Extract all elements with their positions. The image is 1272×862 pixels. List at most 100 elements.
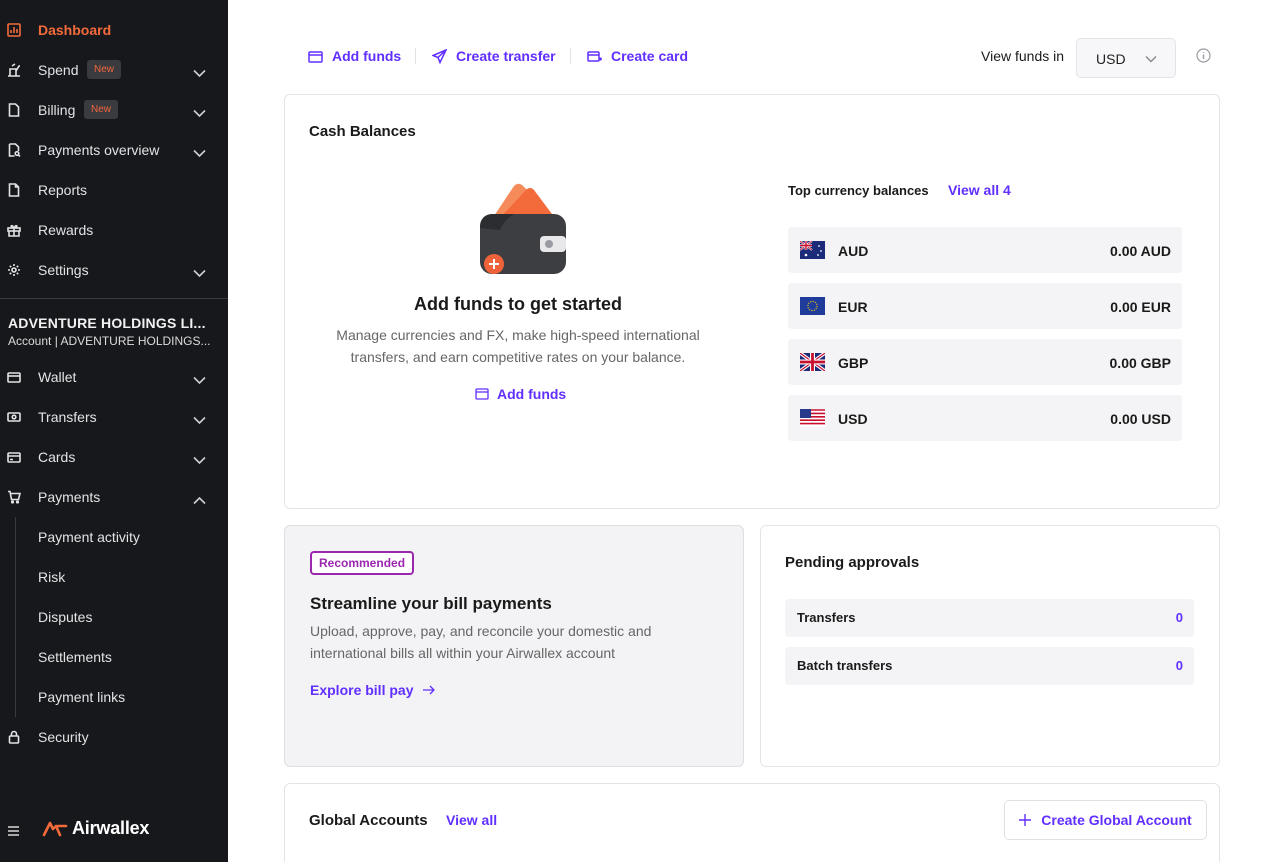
sidebar-item-label: Dashboard [38,22,112,38]
sidebar-item-label: Payment links [38,689,126,705]
sidebar-item-label: Wallet [38,369,77,385]
pending-count: 0 [1175,610,1183,625]
empty-state-desc-line2: transfers, and earn competitive rates on… [350,349,686,365]
wallet-icon [475,388,489,400]
currency-code: GBP [838,355,869,371]
account-name[interactable]: ADVENTURE HOLDINGS LI... [8,315,206,331]
currency-select-value: USD [1096,51,1126,67]
currency-amount: 0.00 USD [1110,411,1171,427]
sidebar-item-settings[interactable]: Settings [0,250,228,290]
explore-bill-pay-label: Explore bill pay [310,682,414,698]
send-icon [432,48,447,64]
chevron-down-icon [193,452,206,465]
receipt-icon [7,63,21,77]
sidebar-item-security[interactable]: Security [0,717,228,757]
sidebar-item-label: Payments overview [38,142,160,158]
create-global-account-button[interactable]: Create Global Account [1004,800,1207,840]
view-all-global-accounts-link[interactable]: View all [446,812,497,828]
account-subtitle: Account | ADVENTURE HOLDINGS... [8,334,211,348]
chevron-down-icon [1145,56,1157,63]
us-flag-icon [800,409,825,427]
sidebar-divider [0,298,228,299]
sidebar-item-label: Billing [38,102,76,118]
sidebar-item-label: Cards [38,449,76,465]
wallet-icon [308,50,323,63]
create-card-button[interactable]: Create card [587,47,688,65]
currency-amount: 0.00 AUD [1110,243,1171,259]
chevron-up-icon [193,492,206,505]
global-accounts-title: Global Accounts [309,812,428,829]
sidebar-item-dashboard[interactable]: Dashboard [0,10,228,50]
sidebar-item-label: Reports [38,182,88,198]
toolbar-divider [415,48,416,64]
chevron-down-icon [193,412,206,425]
document-icon [7,103,21,117]
balance-row[interactable]: EUR 0.00 EUR [788,283,1182,329]
promo-desc-line1: Upload, approve, pay, and reconcile your… [310,623,652,639]
logo-text: Airwallex [72,818,150,838]
sidebar-subitem-payment-links[interactable]: Payment links [0,677,228,717]
lock-icon [7,730,21,744]
pending-label: Batch transfers [797,658,893,673]
sidebar-subitem-payment-activity[interactable]: Payment activity [0,517,228,557]
sidebar-item-label: Disputes [38,609,93,625]
sidebar-item-reports[interactable]: Reports [0,170,228,210]
promo-desc-line2: international bills all within your Airw… [310,645,616,661]
empty-state-desc-line1: Manage currencies and FX, make high-spee… [336,327,700,343]
transfer-icon [7,410,21,424]
arrow-right-icon [423,685,436,695]
create-transfer-label: Create transfer [456,48,556,64]
sidebar-item-label: Risk [38,569,66,585]
sidebar-subitem-disputes[interactable]: Disputes [0,597,228,637]
currency-select[interactable]: USD [1076,38,1176,78]
sidebar-item-payments-overview[interactable]: Payments overview [0,130,228,170]
info-icon[interactable] [1196,48,1211,63]
currency-amount: 0.00 EUR [1110,299,1171,315]
report-icon [7,183,21,197]
sidebar-item-label: Transfers [38,409,97,425]
explore-bill-pay-link[interactable]: Explore bill pay [310,682,436,698]
create-card-label: Create card [611,48,689,64]
sidebar-item-label: Payments [38,489,101,505]
add-funds-label: Add funds [332,48,402,64]
card-icon [7,450,21,464]
sidebar-item-payments[interactable]: Payments [0,477,228,517]
sidebar-item-transfers[interactable]: Transfers [0,397,228,437]
sidebar-item-label: Settings [38,262,89,278]
balance-row[interactable]: AUD 0.00 AUD [788,227,1182,273]
add-funds-link[interactable]: Add funds [475,386,566,402]
eu-flag-icon [800,297,825,315]
balance-row[interactable]: USD 0.00 USD [788,395,1182,441]
sidebar-subitem-risk[interactable]: Risk [0,557,228,597]
sidebar-item-rewards[interactable]: Rewards [0,210,228,250]
card-plus-icon [587,50,602,62]
create-global-account-label: Create Global Account [1041,812,1192,828]
add-funds-button[interactable]: Add funds [308,47,401,65]
chevron-down-icon [193,105,206,118]
currency-amount: 0.00 GBP [1109,355,1171,371]
pending-approvals-title: Pending approvals [785,554,920,571]
currency-code: USD [838,411,868,427]
top-currency-label: Top currency balances [788,183,929,198]
sidebar-item-wallet[interactable]: Wallet [0,357,228,397]
pending-row-transfers[interactable]: Transfers 0 [785,599,1194,637]
currency-code: EUR [838,299,868,315]
pending-row-batch-transfers[interactable]: Batch transfers 0 [785,647,1194,685]
new-badge: New [87,60,122,79]
sidebar: Dashboard Spend New Billing New Payments… [0,0,228,862]
sidebar-item-label: Security [38,729,89,745]
sidebar-item-label: Settlements [38,649,112,665]
view-funds-label: View funds in [981,48,1065,64]
sidebar-item-cards[interactable]: Cards [0,437,228,477]
empty-state-title: Add funds to get started [414,294,622,314]
balance-row[interactable]: GBP 0.00 GBP [788,339,1182,385]
create-transfer-button[interactable]: Create transfer [432,47,556,65]
sidebar-subitem-settlements[interactable]: Settlements [0,637,228,677]
recommended-badge: Recommended [310,551,415,575]
menu-icon[interactable] [8,826,19,836]
sidebar-item-billing[interactable]: Billing New [0,90,228,130]
sidebar-item-spend[interactable]: Spend New [0,50,228,90]
view-all-currencies-link[interactable]: View all 4 [948,182,1011,198]
airwallex-logo: Airwallex [42,818,149,839]
sidebar-item-label: Rewards [38,222,94,238]
